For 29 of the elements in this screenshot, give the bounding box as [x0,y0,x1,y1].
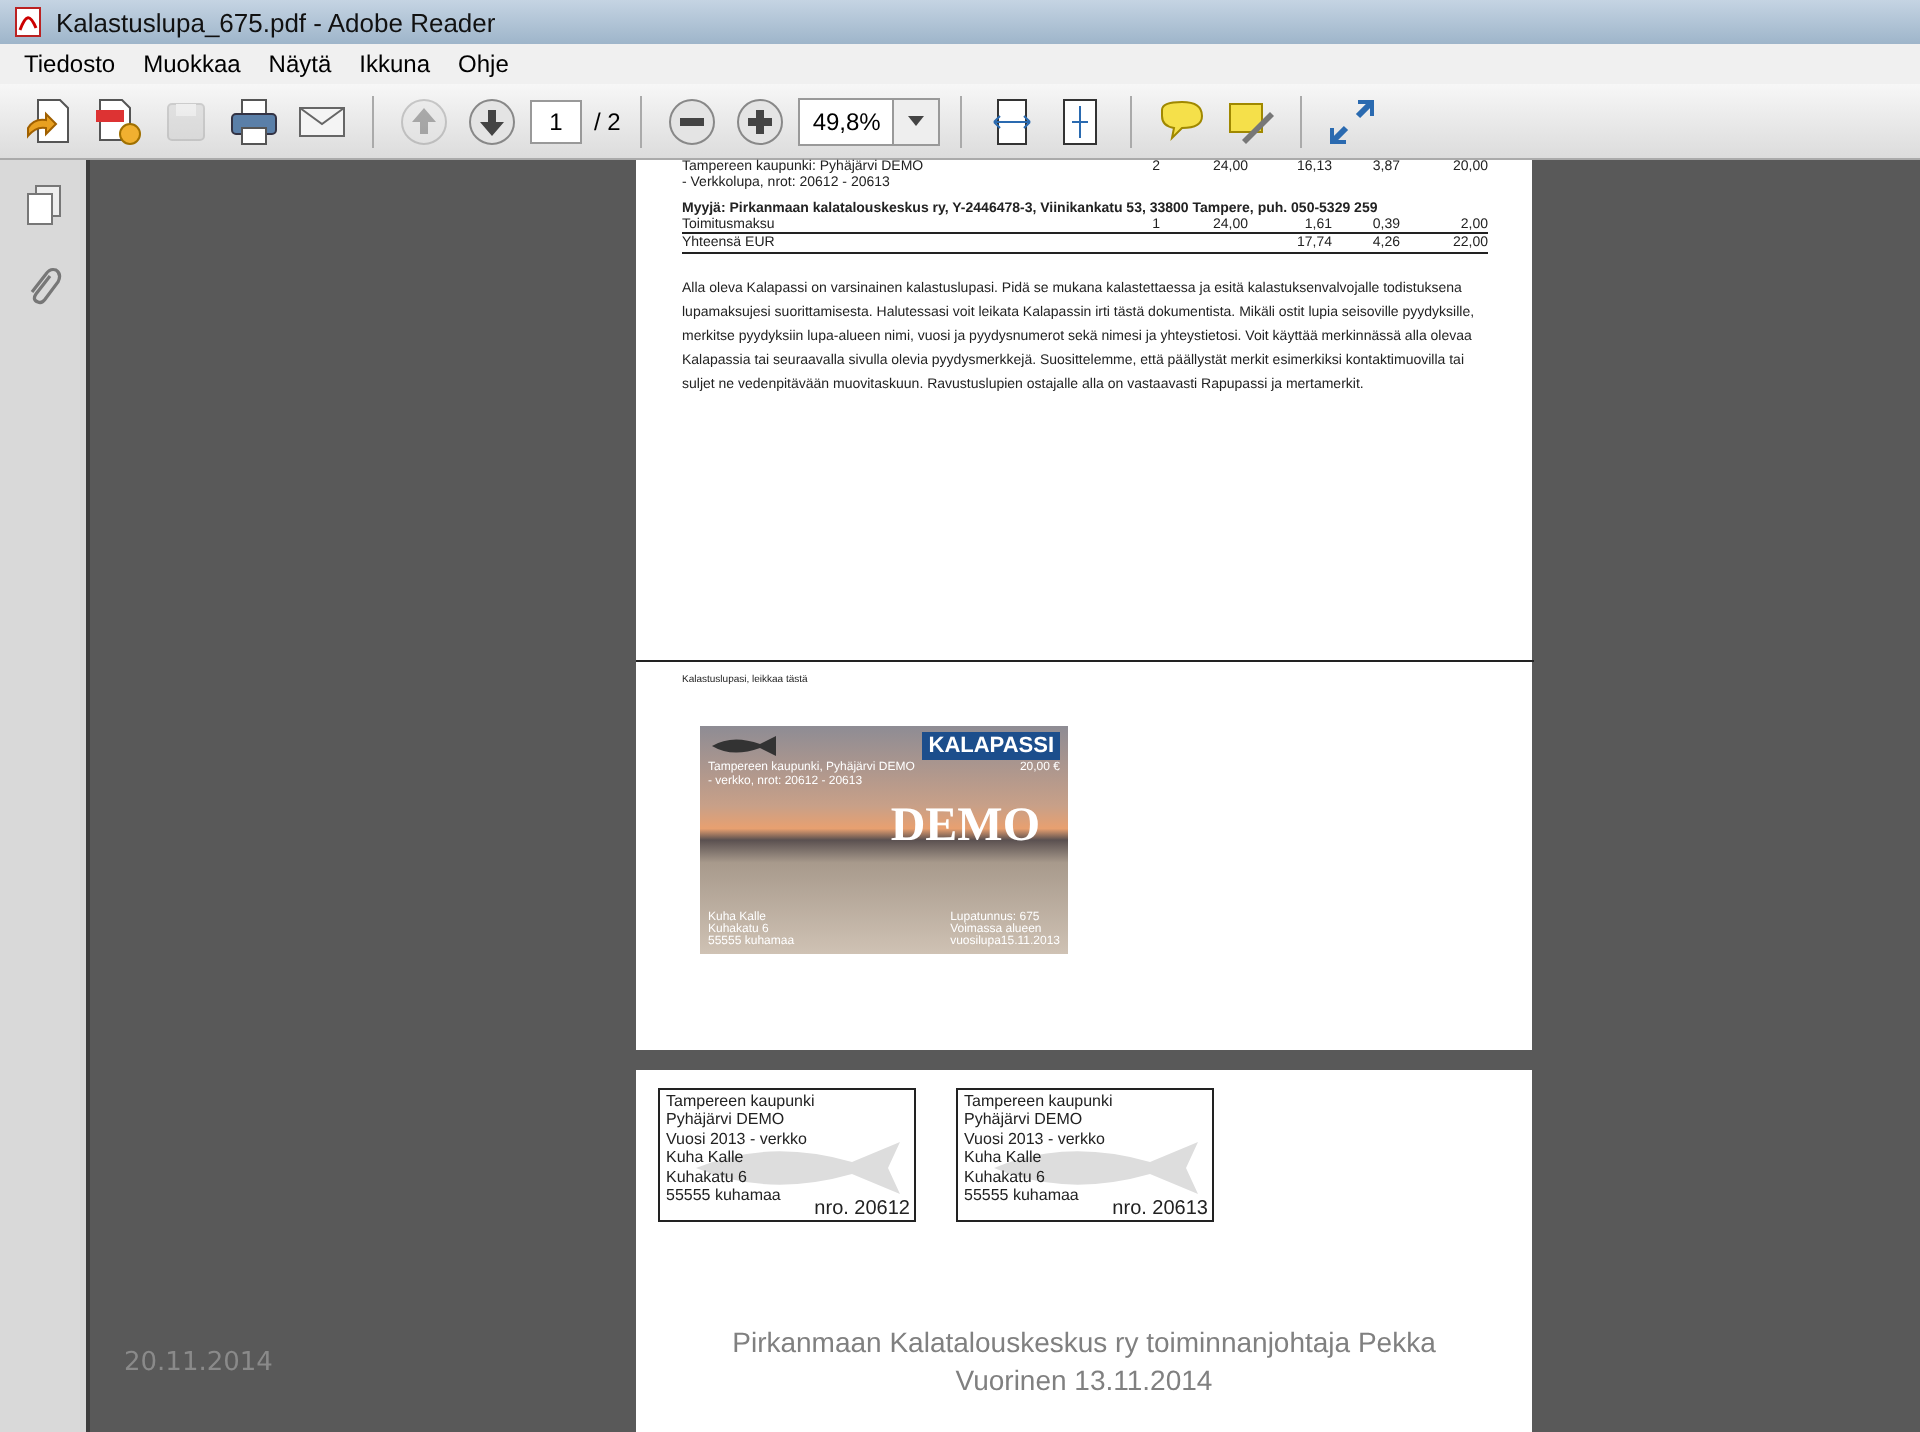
tag-text: Kuha Kalle [964,1148,1044,1168]
menu-item[interactable]: Ikkuna [359,50,431,78]
tag-text: Kuhakatu 6 [964,1167,1047,1187]
tag-number: nro. 20613 [1112,1199,1208,1218]
window-title: Kalastuslupa_675.pdf - Adobe Reader [56,7,496,37]
slide-caption: Pirkanmaan Kalatalouskeskus ry toiminnanjohtaja Pekka Vuorinen 13.11.2014 [730,1324,1438,1400]
fish-icon [708,734,780,758]
page-total: / 2 [594,107,621,135]
kalapassi-logo: KALAPASSI [922,732,1060,760]
tag-text: 55555 kuhamaa [666,1186,783,1205]
pages-icon[interactable] [23,184,63,228]
tag-text: Kuha Kalle [666,1148,746,1168]
tag-number: nro. 20612 [814,1199,910,1218]
tag-text: Kuhakatu 6 [666,1167,749,1187]
pdf-file-icon [12,6,44,38]
tag-text: Tampereen kaupunki [666,1092,817,1111]
tag-text: Vuosi 2013 - verkko [666,1129,809,1149]
tag-text: Tampereen kaupunki [964,1092,1115,1111]
tag-text: 55555 kuhamaa [964,1186,1081,1205]
tag-text: Vuosi 2013 - verkko [964,1129,1107,1149]
tag-text: Pyhäjärvi DEMO [666,1110,787,1130]
zoom-dropdown[interactable]: 49,8% [798,97,941,145]
tag-text: Pyhäjärvi DEMO [964,1110,1085,1130]
page-number-field[interactable]: 1 [530,99,582,143]
menu-item[interactable]: Ohje [458,50,509,78]
caret-icon [908,116,925,126]
menu-item[interactable]: Näytä [268,50,332,78]
menu-item[interactable]: Muokkaa [143,50,241,78]
menu-item[interactable]: Tiedosto [24,50,116,78]
